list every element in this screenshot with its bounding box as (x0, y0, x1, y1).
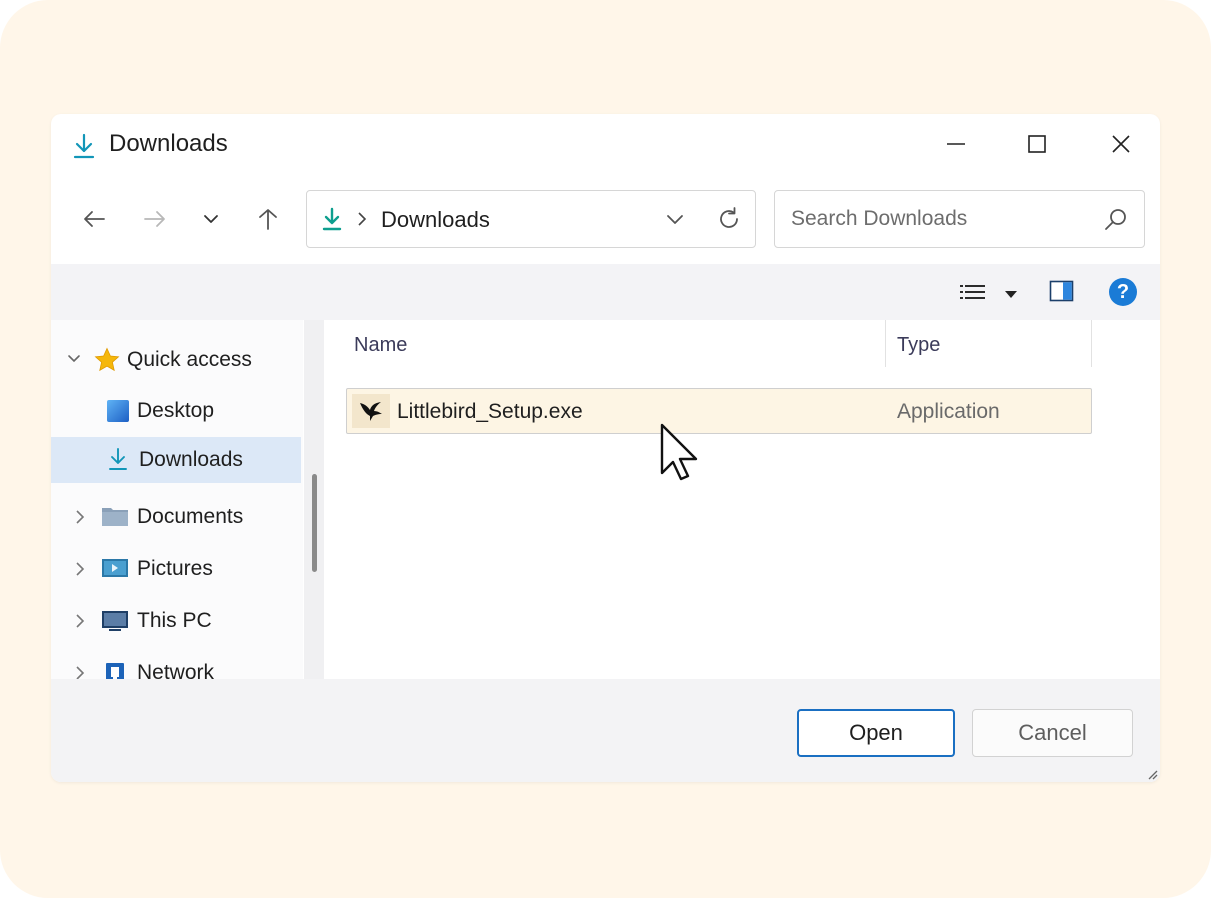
command-bar: ? (51, 264, 1160, 320)
sidebar-item-quick-access[interactable]: Quick access (51, 337, 301, 383)
chevron-right-icon (76, 614, 85, 628)
sidebar-item-pictures[interactable]: Pictures (51, 546, 301, 592)
sidebar-scrollbar-thumb[interactable] (312, 474, 317, 572)
download-icon (71, 132, 97, 160)
preview-pane-icon (1049, 280, 1074, 302)
window-title: Downloads (109, 130, 228, 157)
view-options-dropdown[interactable] (1004, 286, 1018, 304)
maximize-icon (1028, 135, 1046, 153)
back-button[interactable] (74, 199, 114, 239)
open-button[interactable]: Open (797, 709, 955, 757)
minimize-button[interactable] (933, 124, 979, 164)
breadcrumb-separator (357, 211, 367, 232)
sidebar-item-label: Downloads (139, 448, 243, 471)
sidebar-item-label: Pictures (137, 557, 213, 580)
list-view-icon (960, 285, 985, 299)
download-icon (109, 448, 127, 470)
cancel-button[interactable]: Cancel (972, 709, 1133, 757)
navigation-pane: Quick access Desktop Downloads Documents… (51, 320, 303, 684)
refresh-button[interactable] (716, 206, 742, 237)
sidebar-item-label: Desktop (137, 399, 215, 422)
mouse-cursor-icon (660, 423, 698, 481)
sidebar-item-this-pc[interactable]: This PC (51, 598, 301, 644)
search-input[interactable] (774, 190, 1145, 248)
star-icon (94, 347, 120, 372)
close-button[interactable] (1098, 124, 1144, 164)
refresh-icon (720, 207, 738, 228)
arrow-left-icon (84, 211, 105, 227)
download-icon (321, 207, 343, 236)
address-bar[interactable]: Downloads (306, 190, 756, 248)
desktop-icon (107, 400, 129, 422)
arrow-up-icon (259, 209, 277, 230)
help-button[interactable]: ? (1109, 278, 1137, 306)
close-icon (1112, 135, 1130, 153)
change-view-button[interactable] (959, 282, 989, 307)
chevron-down-icon (68, 355, 80, 363)
sidebar-item-downloads[interactable]: Downloads (51, 437, 301, 483)
open-file-dialog: Downloads Downloads Search Downloads ? Q… (51, 114, 1160, 782)
breadcrumb-location[interactable]: Downloads (381, 207, 490, 233)
chevron-right-icon (76, 562, 85, 576)
minimize-icon (947, 143, 965, 145)
file-name: Littlebird_Setup.exe (397, 400, 583, 423)
maximize-button[interactable] (1014, 124, 1060, 164)
address-dropdown-button[interactable] (666, 213, 684, 231)
preview-pane-button[interactable] (1049, 279, 1075, 308)
column-divider[interactable] (1091, 320, 1092, 367)
search-icon (1104, 207, 1128, 236)
file-type: Application (897, 400, 1000, 423)
resize-grip-icon[interactable] (1146, 768, 1158, 780)
folder-icon (102, 508, 128, 526)
bird-icon (352, 394, 390, 428)
arrow-right-icon (144, 211, 165, 227)
help-icon: ? (1116, 280, 1130, 303)
chevron-down-icon (667, 215, 683, 224)
pictures-icon (102, 559, 128, 577)
sidebar-item-label: Quick access (127, 348, 252, 371)
file-list: Name Type Littlebird_Setup.exe Applicati… (324, 320, 1160, 679)
caret-down-icon (1005, 291, 1017, 298)
file-row[interactable]: Littlebird_Setup.exe Application (346, 388, 1092, 434)
chevron-right-icon (76, 510, 85, 524)
chevron-down-icon (204, 215, 218, 223)
recent-locations-button[interactable] (191, 199, 231, 239)
dialog-footer: Open Cancel (51, 679, 1160, 782)
up-button[interactable] (248, 199, 288, 239)
forward-button[interactable] (135, 199, 175, 239)
sidebar-item-label: Documents (137, 505, 244, 528)
sidebar-item-documents[interactable]: Documents (51, 494, 301, 540)
column-header-name[interactable]: Name (354, 334, 407, 357)
column-divider[interactable] (885, 320, 886, 367)
column-header-type[interactable]: Type (897, 334, 940, 357)
sidebar-item-desktop[interactable]: Desktop (51, 388, 301, 434)
sidebar-item-label: This PC (137, 609, 212, 632)
pc-icon (102, 611, 128, 631)
